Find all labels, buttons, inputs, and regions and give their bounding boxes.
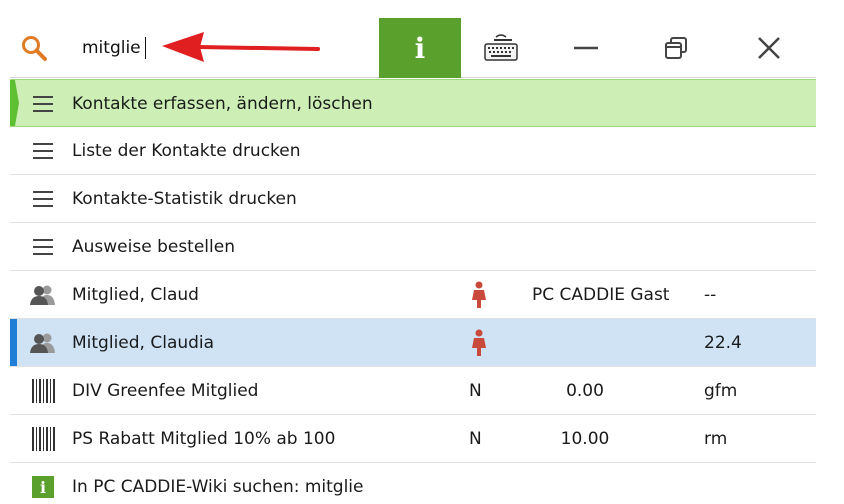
results-list: Kontakte erfassen, ändern, löschen Liste… (10, 79, 816, 504)
search-icon[interactable] (20, 34, 48, 62)
close-button[interactable] (721, 18, 816, 78)
person-row[interactable]: Mitglied, Claudia 22.4 (10, 319, 816, 367)
list-item-label: Ausweise bestellen (72, 237, 235, 257)
wiki-search-row[interactable]: i In PC CADDIE-Wiki suchen: mitglie (10, 463, 816, 504)
info-icon: i (414, 31, 426, 65)
article-code: gfm (704, 381, 738, 401)
handicap-value: 22.4 (704, 333, 742, 353)
close-icon (757, 37, 780, 59)
barcode-icon (30, 379, 56, 403)
person-name: Mitglied, Claudia (72, 333, 215, 353)
red-arrow-annotation (162, 32, 320, 62)
article-name: DIV Greenfee Mitglied (72, 381, 259, 401)
person-row[interactable]: Mitglied, Claud PC CADDIE Gast -- (10, 271, 816, 319)
article-flag: N (469, 429, 482, 449)
list-item-label: Kontakte erfassen, ändern, löschen (72, 94, 373, 114)
female-icon (472, 329, 486, 356)
keyboard-icon (484, 34, 518, 61)
info-button[interactable]: i (379, 18, 461, 78)
member-group: PC CADDIE Gast (532, 285, 670, 305)
search-panel: i (10, 18, 816, 504)
article-code: rm (704, 429, 728, 449)
restore-icon (665, 37, 687, 59)
menu-icon (30, 235, 56, 259)
selection-marker (10, 80, 19, 126)
article-row[interactable]: PS Rabatt Mitglied 10% ab 100 N 10.00 rm (10, 415, 816, 463)
article-row[interactable]: DIV Greenfee Mitglied N 0.00 gfm (10, 367, 816, 415)
list-item[interactable]: Kontakte-Statistik drucken (10, 175, 816, 223)
barcode-icon (30, 427, 56, 451)
wiki-search-label: In PC CADDIE-Wiki suchen: mitglie (72, 477, 364, 497)
female-icon (472, 281, 486, 308)
article-amount: 10.00 (560, 429, 610, 449)
menu-icon (30, 187, 56, 211)
article-name: PS Rabatt Mitglied 10% ab 100 (72, 429, 336, 449)
info-icon: i (30, 475, 56, 499)
person-icon (30, 283, 56, 307)
article-amount: 0.00 (566, 381, 604, 401)
person-icon (30, 331, 56, 355)
person-name: Mitglied, Claud (72, 285, 199, 305)
focus-marker (10, 319, 17, 366)
menu-icon (30, 139, 56, 163)
list-item[interactable]: Kontakte erfassen, ändern, löschen (10, 79, 816, 127)
restore-button[interactable] (631, 18, 721, 78)
list-item[interactable]: Liste der Kontakte drucken (10, 127, 816, 175)
menu-icon (30, 92, 56, 116)
list-item-label: Kontakte-Statistik drucken (72, 189, 297, 209)
minimize-button[interactable] (541, 18, 631, 78)
list-item-label: Liste der Kontakte drucken (72, 141, 301, 161)
text-cursor (145, 37, 146, 59)
handicap-value: -- (704, 285, 717, 305)
article-flag: N (469, 381, 482, 401)
search-bar: i (10, 18, 816, 78)
list-item[interactable]: Ausweise bestellen (10, 223, 816, 271)
minimize-icon (574, 46, 598, 50)
keyboard-button[interactable] (461, 18, 541, 78)
